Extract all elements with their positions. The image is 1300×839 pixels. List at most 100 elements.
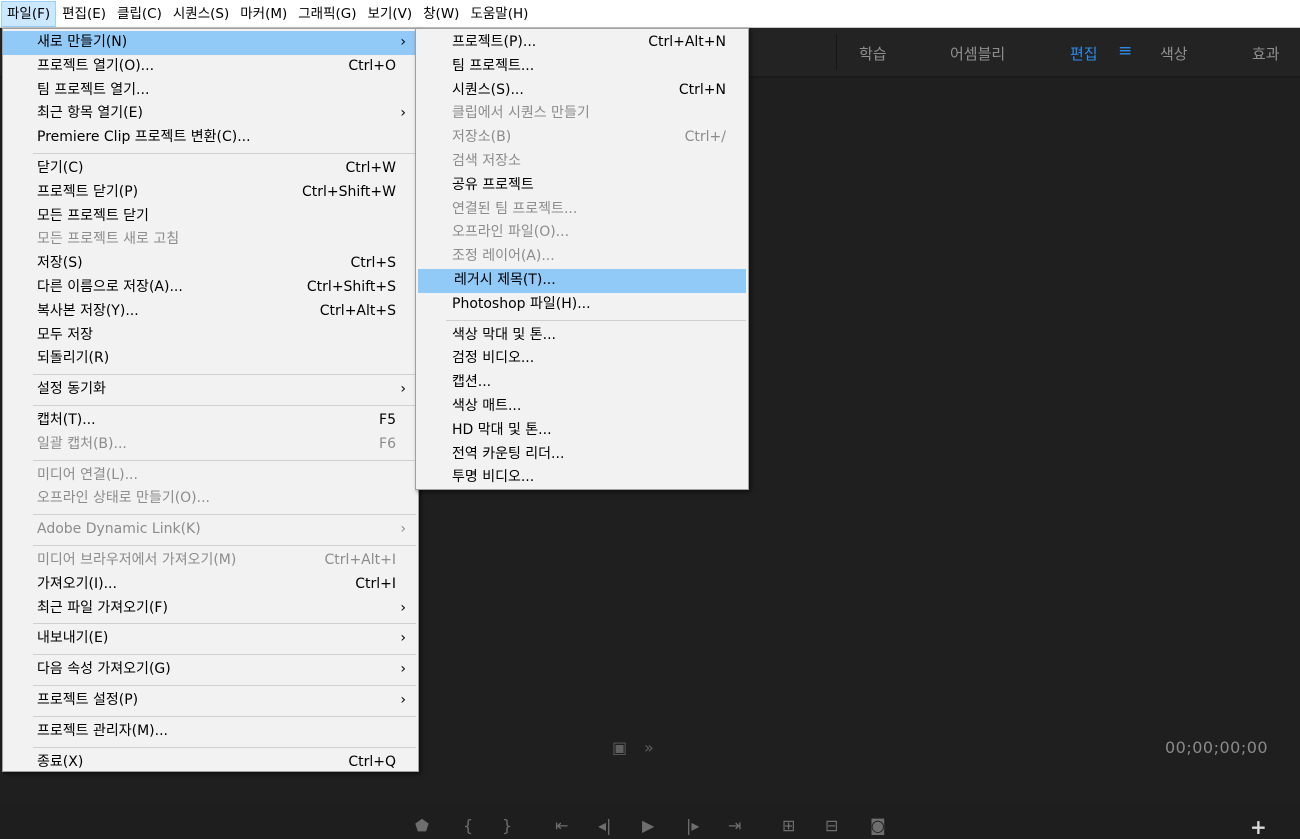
file-menu-item[interactable]: 최근 항목 열기(E) › bbox=[3, 102, 418, 126]
go-to-out-icon[interactable]: ⇥ bbox=[728, 816, 741, 835]
file-menu-item-label: 가져오기(I)... bbox=[37, 575, 117, 592]
file-menu-item[interactable]: Premiere Clip 프로젝트 변환(C)... bbox=[3, 126, 418, 150]
file-menu-item[interactable]: 모든 프로젝트 닫기 bbox=[3, 205, 418, 229]
file-menu-item-label: 프로젝트 관리자(M)... bbox=[37, 722, 168, 739]
menu-window[interactable]: 창(W) bbox=[418, 1, 464, 27]
step-forward-icon[interactable]: |▸ bbox=[686, 816, 699, 835]
menu-separator bbox=[33, 715, 416, 717]
new-submenu-item[interactable]: 공유 프로젝트 bbox=[416, 174, 748, 198]
new-submenu-item[interactable]: 레거시 제목(T)... bbox=[418, 268, 746, 293]
file-menu-item-label: 프로젝트 설정(P) bbox=[37, 691, 139, 708]
hamburger-icon[interactable]: ≡ bbox=[1118, 41, 1132, 61]
file-menu-item[interactable]: 모두 저장 bbox=[3, 324, 418, 348]
new-submenu-item[interactable]: 팀 프로젝트... bbox=[416, 55, 748, 79]
file-menu: 새로 만들기(N) › 프로젝트 열기(O)... Ctrl+O 팀 프로젝트 열기..… bbox=[2, 28, 419, 772]
menu-sequence[interactable]: 시퀀스(S) bbox=[168, 1, 234, 27]
file-menu-item[interactable]: 팀 프로젝트 열기... bbox=[3, 79, 418, 103]
overwrite-icon[interactable]: ⊟ bbox=[825, 816, 838, 835]
file-menu-item-label: 프로젝트 닫기(P) bbox=[37, 183, 139, 200]
file-menu-item[interactable]: 가져오기(I)... Ctrl+I bbox=[3, 573, 418, 597]
file-menu-item-label: 종료(X) bbox=[37, 753, 84, 770]
new-submenu-item[interactable]: 투명 비디오... bbox=[416, 466, 748, 490]
file-menu-item-label: 오프라인 상태로 만들기(O)... bbox=[37, 490, 210, 507]
file-menu-item[interactable]: 복사본 저장(Y)... Ctrl+Alt+S bbox=[3, 300, 418, 324]
file-menu-item-label: 미디어 브라우저에서 가져오기(M) bbox=[37, 551, 237, 568]
new-submenu-item[interactable]: 프로젝트(P)... Ctrl+Alt+N bbox=[416, 31, 748, 55]
go-to-in-icon[interactable]: ⇤ bbox=[555, 816, 568, 835]
menu-graphics[interactable]: 그래픽(G) bbox=[293, 1, 361, 27]
play-icon[interactable]: ▶ bbox=[642, 816, 654, 835]
new-submenu-item: 오프라인 파일(O)... bbox=[416, 221, 748, 245]
new-submenu-item[interactable]: 색상 매트... bbox=[416, 395, 748, 419]
file-menu-item-label: 모든 프로젝트 닫기 bbox=[37, 207, 149, 224]
file-menu-item-shortcut: Ctrl+I bbox=[355, 575, 396, 592]
menu-view[interactable]: 보기(V) bbox=[363, 1, 418, 27]
workspace-tab-edit[interactable]: 편집 bbox=[1070, 43, 1098, 64]
new-submenu-item: 클립에서 시퀀스 만들기 bbox=[416, 102, 748, 126]
insert-icon[interactable]: ⊞ bbox=[782, 816, 795, 835]
file-menu-item[interactable]: 닫기(C) Ctrl+W bbox=[3, 157, 418, 181]
file-menu-item[interactable]: 최근 파일 가져오기(F) › bbox=[3, 597, 418, 621]
new-submenu-item[interactable]: 캡션... bbox=[416, 371, 748, 395]
add-button-icon[interactable]: + bbox=[1250, 815, 1267, 839]
file-menu-item[interactable]: 다른 이름으로 저장(A)... Ctrl+Shift+S bbox=[3, 276, 418, 300]
menu-separator bbox=[33, 623, 416, 625]
new-submenu-item[interactable]: 전역 카운팅 리더... bbox=[416, 443, 748, 467]
file-menu-item[interactable]: 되돌리기(R) bbox=[3, 347, 418, 371]
new-submenu-item[interactable]: 검정 비디오... bbox=[416, 347, 748, 371]
workspace-tab-effects[interactable]: 효과 bbox=[1252, 43, 1280, 64]
new-submenu-item-label: 검색 저장소 bbox=[452, 152, 521, 169]
menu-file[interactable]: 파일(F) bbox=[1, 0, 57, 27]
file-menu-item[interactable]: 프로젝트 열기(O)... Ctrl+O bbox=[3, 55, 418, 79]
timecode-display[interactable]: 00;00;00;00 bbox=[1165, 738, 1268, 757]
file-menu-item[interactable]: 저장(S) Ctrl+S bbox=[3, 252, 418, 276]
step-back-icon[interactable]: ◂| bbox=[598, 816, 611, 835]
new-submenu-item-label: 색상 매트... bbox=[452, 397, 522, 414]
chevron-right-icon: › bbox=[400, 661, 406, 678]
file-menu-item[interactable]: 프로젝트 닫기(P) Ctrl+Shift+W bbox=[3, 181, 418, 205]
file-menu-item-label: 설정 동기화 bbox=[37, 381, 106, 398]
workspace-tab-learn[interactable]: 학습 bbox=[859, 43, 887, 64]
file-menu-item-label: 모두 저장 bbox=[37, 326, 93, 343]
new-submenu-item[interactable]: Photoshop 파일(H)... bbox=[416, 293, 748, 317]
camera-icon[interactable]: ◙ bbox=[870, 816, 886, 835]
menu-clip[interactable]: 클립(C) bbox=[112, 1, 167, 27]
file-menu-item[interactable]: 내보내기(E) › bbox=[3, 627, 418, 651]
file-menu-item[interactable]: 프로젝트 관리자(M)... bbox=[3, 720, 418, 744]
new-submenu-item[interactable]: 색상 막대 및 톤... bbox=[416, 324, 748, 348]
marker-icon[interactable]: ⬟ bbox=[415, 816, 429, 835]
new-submenu-item: 조정 레이어(A)... bbox=[416, 245, 748, 269]
new-submenu-item[interactable]: HD 막대 및 톤... bbox=[416, 419, 748, 443]
workspace-divider bbox=[836, 34, 837, 70]
file-menu-item[interactable]: 종료(X) Ctrl+Q bbox=[3, 751, 418, 775]
menu-edit[interactable]: 편집(E) bbox=[57, 1, 111, 27]
file-menu-item-shortcut: Ctrl+Alt+S bbox=[319, 302, 396, 319]
file-menu-item[interactable]: 프로젝트 설정(P) › bbox=[3, 689, 418, 713]
file-menu-item-label: 다른 이름으로 저장(A)... bbox=[37, 278, 183, 295]
fit-icon[interactable]: ▣ bbox=[612, 738, 627, 757]
file-menu-item[interactable]: 설정 동기화 › bbox=[3, 378, 418, 402]
new-submenu-item[interactable]: 시퀀스(S)... Ctrl+N bbox=[416, 79, 748, 103]
file-menu-item[interactable]: 새로 만들기(N) › bbox=[3, 31, 418, 55]
workspace-tab-color[interactable]: 색상 bbox=[1160, 43, 1188, 64]
workspace-tab-assembly[interactable]: 어셈블리 bbox=[950, 43, 1005, 64]
file-menu-item-label: 새로 만들기(N) bbox=[37, 34, 128, 50]
file-menu-item: 일괄 캡처(B)... F6 bbox=[3, 433, 418, 457]
file-menu-item-shortcut: Ctrl+O bbox=[348, 57, 396, 74]
file-menu-item[interactable]: 다음 속성 가져오기(G) › bbox=[3, 658, 418, 682]
fast-forward-icon[interactable]: » bbox=[644, 738, 654, 757]
mark-in-icon[interactable]: { bbox=[463, 816, 473, 835]
new-submenu-item-label: 조정 레이어(A)... bbox=[452, 248, 555, 265]
menu-help[interactable]: 도움말(H) bbox=[465, 1, 533, 27]
file-menu-item[interactable]: 캡처(T)... F5 bbox=[3, 409, 418, 433]
new-submenu-item-label: 연결된 팀 프로젝트... bbox=[452, 200, 578, 217]
new-submenu: 프로젝트(P)... Ctrl+Alt+N 팀 프로젝트... 시퀀스(S)... Ct… bbox=[415, 28, 749, 490]
file-menu-item-shortcut: Ctrl+S bbox=[350, 255, 396, 272]
new-submenu-item-label: 전역 카운팅 리더... bbox=[452, 445, 565, 462]
new-submenu-item-label: Photoshop 파일(H)... bbox=[452, 295, 591, 312]
file-menu-item-label: Premiere Clip 프로젝트 변환(C)... bbox=[37, 129, 251, 146]
new-submenu-item-label: 색상 막대 및 톤... bbox=[452, 326, 556, 343]
menu-separator bbox=[33, 374, 416, 376]
mark-out-icon[interactable]: } bbox=[502, 816, 512, 835]
menu-marker[interactable]: 마커(M) bbox=[235, 1, 292, 27]
